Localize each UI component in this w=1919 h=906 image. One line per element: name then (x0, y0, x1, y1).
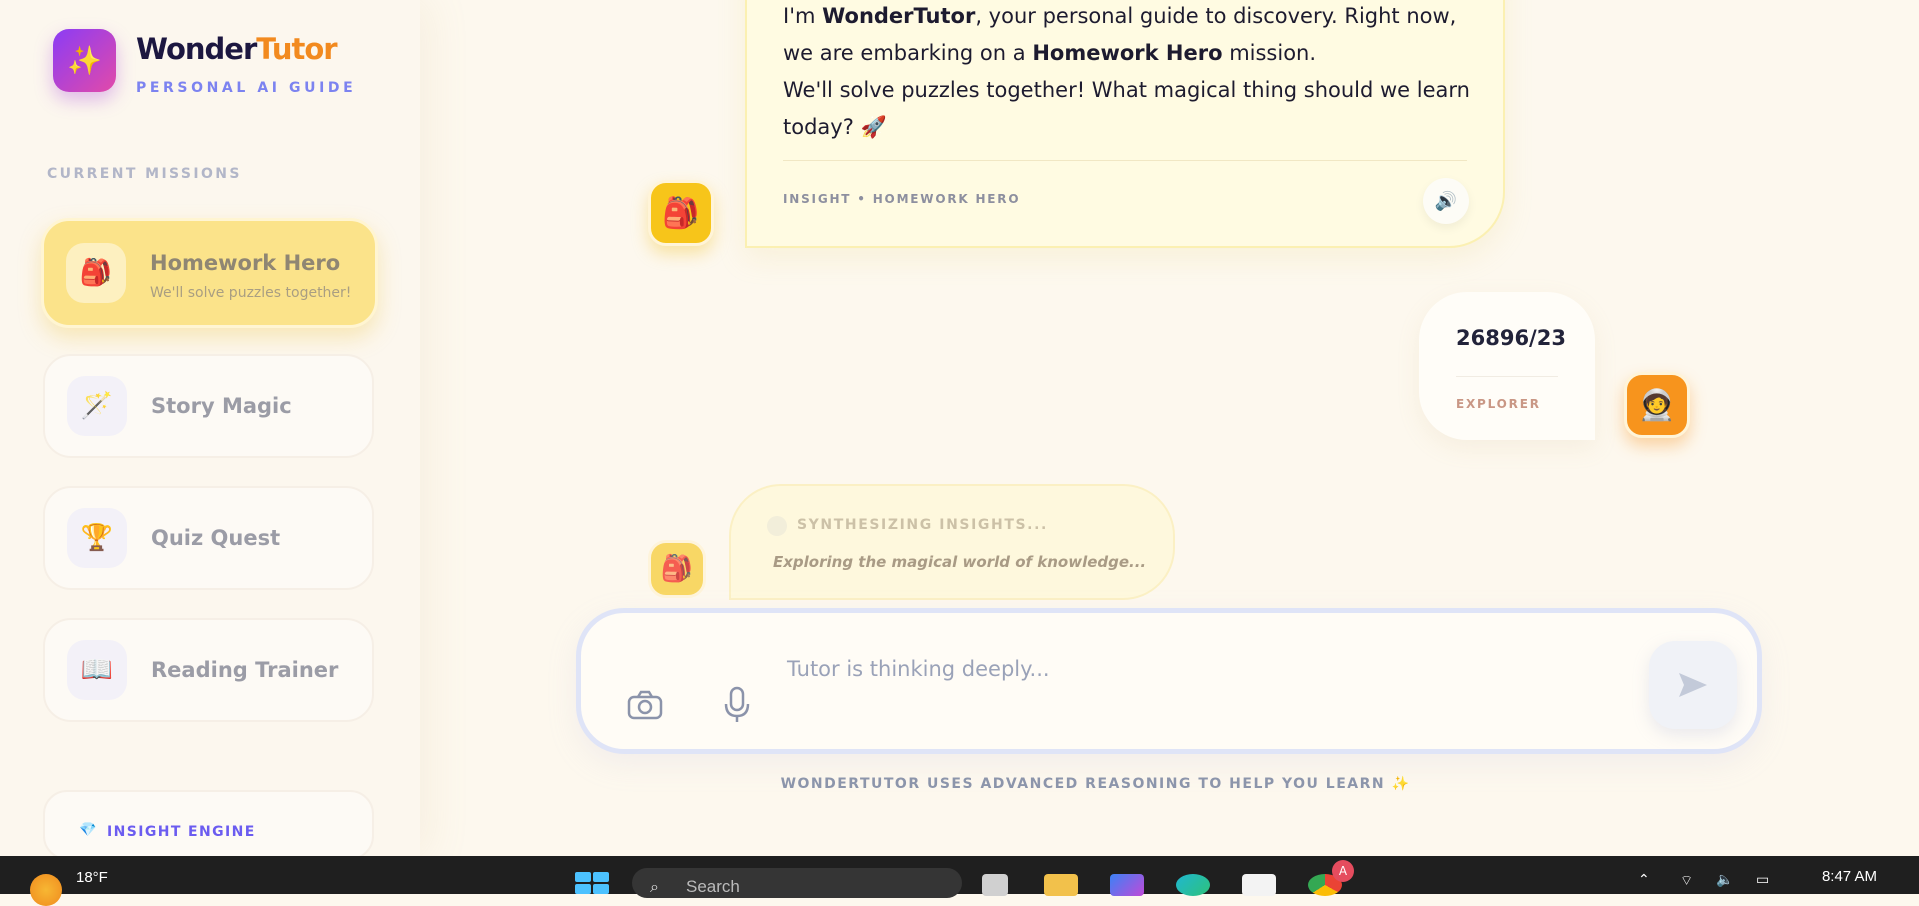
backpack-icon: 🎒 (66, 243, 126, 303)
taskbar: 18°F ⌕ Search A ⌃ ⌔ 🔈 ▭ 8:47 AM (0, 856, 1919, 906)
send-icon (1679, 673, 1707, 697)
message-divider (783, 160, 1467, 161)
open-book-icon: 📖 (67, 640, 127, 700)
search-icon: ⌕ (650, 877, 659, 896)
user-message-bubble: 26896/23 EXPLORER (1419, 292, 1595, 440)
thinking-bubble: SYNTHESIZING INSIGHTS... Exploring the m… (729, 484, 1175, 600)
brand-name-part2: Tutor (256, 32, 337, 66)
gem-icon: 💎 (79, 822, 97, 838)
tutor-name-bold: WonderTutor (822, 4, 976, 28)
message-composer: Tutor is thinking deeply... (576, 608, 1762, 754)
message-meta: INSIGHT • HOMEWORK HERO (783, 192, 1021, 206)
chevron-up-icon[interactable]: ⌃ (1638, 872, 1650, 888)
insight-engine-card[interactable]: 💎 INSIGHT ENGINE (43, 790, 374, 860)
windows-start-icon[interactable] (575, 872, 611, 894)
mission-homework-hero[interactable]: 🎒 Homework Hero We'll solve puzzles toge… (41, 218, 378, 328)
user-message-text: 26896/23 (1456, 326, 1566, 350)
user-sender-label: EXPLORER (1456, 397, 1541, 411)
user-avatar: 🧑‍🚀 (1624, 372, 1690, 438)
footnote-text: WONDERTUTOR USES ADVANCED REASONING TO H… (780, 776, 1411, 792)
mission-title: Quiz Quest (151, 526, 281, 550)
mission-title: Homework Hero (150, 251, 341, 275)
mission-quiz-quest[interactable]: 🏆 Quiz Quest (43, 486, 374, 590)
microphone-icon[interactable] (717, 683, 757, 727)
battery-icon[interactable]: ▭ (1756, 872, 1769, 888)
thinking-status: SYNTHESIZING INSIGHTS... (797, 517, 1048, 533)
mission-title: Story Magic (151, 394, 292, 418)
task-view-icon[interactable] (982, 874, 1008, 896)
copilot-icon[interactable] (1110, 874, 1144, 896)
tutor-text-part: mission. (1222, 41, 1317, 65)
sidebar: ✨ WonderTutor PERSONAL AI GUIDE CURRENT … (0, 0, 420, 860)
weather-sun-icon[interactable] (30, 874, 62, 906)
tutor-avatar: 🎒 (648, 180, 714, 246)
mission-reading-trainer[interactable]: 📖 Reading Trainer (43, 618, 374, 722)
sparkles-icon: ✨ (53, 29, 116, 92)
mission-story-magic[interactable]: 🪄 Story Magic (43, 354, 374, 458)
notification-badge: A (1332, 860, 1354, 882)
tutor-text-line2: We'll solve puzzles together! What magic… (783, 78, 1470, 139)
footnote: WONDERTUTOR USES ADVANCED REASONING TO H… (0, 776, 1919, 792)
brand-subtitle: PERSONAL AI GUIDE (136, 80, 357, 96)
mission-subtitle: We'll solve puzzles together! (150, 285, 352, 301)
message-divider (1456, 376, 1558, 377)
thinking-detail: Exploring the magical world of knowledge… (773, 553, 1147, 571)
edge-browser-icon[interactable] (1176, 874, 1210, 896)
magic-wand-icon: 🪄 (67, 376, 127, 436)
microsoft-store-icon[interactable] (1242, 874, 1276, 896)
tutor-message-bubble: I'm WonderTutor, your personal guide to … (745, 0, 1505, 248)
speaker-icon[interactable]: 🔊 (1423, 178, 1469, 224)
tutor-message-text: I'm WonderTutor, your personal guide to … (783, 0, 1483, 146)
brand-name-part1: Wonder (136, 32, 257, 66)
search-placeholder: Search (686, 877, 740, 896)
temperature[interactable]: 18°F (76, 869, 108, 886)
mission-title: Reading Trainer (151, 658, 339, 682)
camera-icon[interactable] (625, 685, 665, 725)
send-button[interactable] (1649, 641, 1737, 729)
file-explorer-icon[interactable] (1044, 874, 1078, 896)
trophy-icon: 🏆 (67, 508, 127, 568)
insight-engine-label: INSIGHT ENGINE (107, 824, 256, 840)
wifi-icon[interactable]: ⌔ (1680, 872, 1693, 890)
clock[interactable]: 8:47 AM (1822, 868, 1877, 885)
loading-spinner-icon (767, 516, 787, 536)
mission-name-bold: Homework Hero (1032, 41, 1223, 65)
message-input[interactable]: Tutor is thinking deeply... (787, 657, 1050, 681)
tutor-text-part: I'm (783, 4, 823, 28)
missions-section-label: CURRENT MISSIONS (47, 166, 242, 182)
brand-name: WonderTutor (136, 32, 338, 66)
volume-icon[interactable]: 🔈 (1716, 872, 1733, 888)
tutor-avatar: 🎒 (648, 540, 706, 598)
